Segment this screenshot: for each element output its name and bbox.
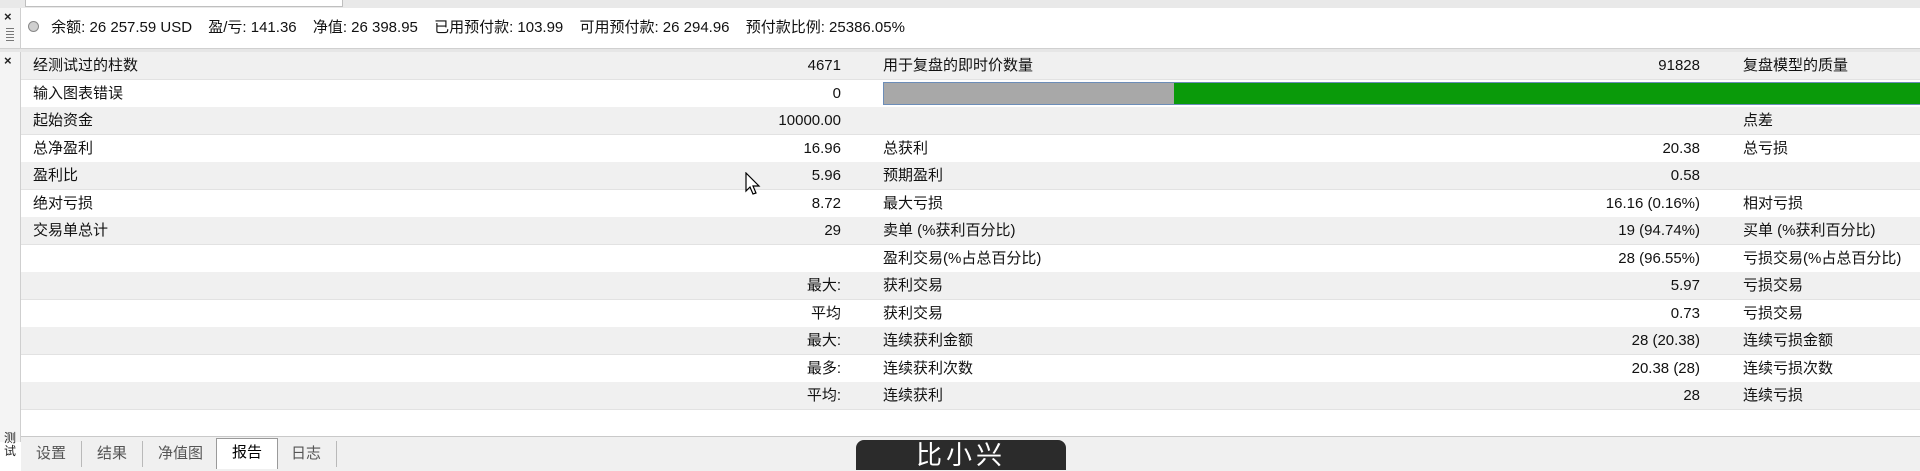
table-cell: 点差 [1743,112,1774,129]
table-cell: 最大: [806,277,841,294]
table-cell: 16.96 [803,139,841,157]
table-cell: 连续亏损 [1743,387,1804,404]
account-margin-level: 预付款比例: 25386.05% [745,19,905,36]
table-cell: 连续获利次数 [883,359,974,377]
quality-bar-green-segment [1174,82,1920,104]
table-cell: 最大: [806,332,841,349]
table-cell: 盈利交易(%占总百分比) [883,249,1042,267]
tab-graph[interactable]: 净值图 [143,441,220,467]
table-cell: 最多: [806,359,841,377]
table-cell: 用于复盘的即时价数量 [883,57,1034,74]
table-cell: 获利交易 [883,277,944,294]
table-cell: 连续亏损金额 [1743,332,1834,349]
table-row: 平均 获利交易 0.73 亏损交易 [21,300,1920,328]
table-cell: 总亏损 [1743,139,1789,157]
upper-window-tab-stub [25,0,343,7]
table-cell: 交易单总计 [33,222,109,239]
table-row: 起始资金 10000.00 点差 [21,107,1920,135]
table-cell: 卖单 (%获利百分比) [883,222,1016,239]
table-cell: 28 (96.55%) [1618,249,1700,267]
table-cell: 28 [1683,387,1700,404]
table-cell: 获利交易 [883,304,944,322]
table-cell: 盈利比 [33,167,79,184]
tab-report[interactable]: 报告 [216,438,279,469]
table-cell: 平均: [806,387,841,404]
table-cell: 10000.00 [778,112,841,129]
table-cell: 29 [824,222,841,239]
account-bar: 余额: 26 257.59 USD 盈/亏: 141.36 净值: 26 398… [0,8,1920,49]
table-cell: 连续亏损次数 [1743,359,1834,377]
report-table: 经测试过的柱数 4671 用于复盘的即时价数量 91828 复盘模型的质量输入图表错误 0… [21,52,1920,442]
status-dot-icon [28,21,39,32]
table-cell: 19 (94.74%) [1618,222,1700,239]
table-cell: 输入图表错误 [33,84,124,102]
table-row: 总净盈利 16.96 总获利 20.38 总亏损 [21,135,1920,163]
table-cell: 5.97 [1670,277,1700,294]
table-cell: 5.96 [811,167,841,184]
table-row: 经测试过的柱数 4671 用于复盘的即时价数量 91828 复盘模型的质量 [21,52,1920,80]
table-cell: 平均 [810,304,841,322]
table-row: 最大: 获利交易 5.97 亏损交易 [21,272,1920,300]
table-cell: 总净盈利 [33,139,94,157]
grip-handle-icon[interactable] [6,28,14,42]
account-summary: 余额: 26 257.59 USD 盈/亏: 141.36 净值: 26 398… [28,8,917,48]
table-cell: 0.58 [1670,167,1700,184]
table-row: 输入图表错误 0 [21,80,1920,108]
table-cell: 亏损交易(%占总百分比) [1743,249,1902,267]
account-free-margin: 可用预付款: 26 294.96 [579,19,730,36]
table-row: 最多: 连续获利次数 20.38 (28) 连续亏损次数 [21,355,1920,383]
account-profit: 盈/亏: 141.36 [208,19,297,36]
top-strip [0,0,1920,8]
table-cell: 亏损交易 [1743,277,1804,294]
toolbox-gutter: × [0,8,21,48]
table-cell: 买单 (%获利百分比) [1743,222,1876,239]
account-balance: 余额: 26 257.59 USD [51,19,193,36]
video-caption-overlay: 比小兴 [856,440,1066,470]
table-cell: 预期盈利 [883,167,944,184]
table-cell: 连续获利 [883,387,944,404]
table-cell: 复盘模型的质量 [1743,57,1849,74]
table-row: 平均: 连续获利 28 连续亏损 [21,382,1920,410]
table-row: 交易单总计 29 卖单 (%获利百分比) 19 (94.74%) 买单 (%获利百分比) [21,217,1920,245]
tester-side-label: 测试 [3,431,16,458]
modelling-quality-bar [883,81,1920,105]
table-cell: 0.73 [1670,304,1700,322]
table-cell [621,245,841,272]
table-cell: 最大亏损 [883,194,944,212]
table-cell: 绝对亏损 [33,194,94,212]
table-cell: 20.38 (28) [1631,359,1700,377]
table-row: 盈利比 5.96 预期盈利 0.58 [21,162,1920,190]
table-cell: 经测试过的柱数 [33,57,139,74]
table-cell: 28 (20.38) [1631,332,1700,349]
table-cell [1321,107,1700,134]
tab-results[interactable]: 结果 [82,441,144,467]
tab-journal[interactable]: 日志 [276,441,338,467]
close-icon[interactable]: × [4,10,12,23]
table-cell: 8.72 [811,194,841,212]
table-cell: 91828 [1658,57,1700,74]
account-margin: 已用预付款: 103.99 [434,19,564,36]
table-cell: 4671 [807,57,841,74]
table-cell: 20.38 [1662,139,1700,157]
tester-gutter: × [0,52,21,442]
table-row: 盈利交易(%占总百分比) 28 (96.55%) 亏损交易(%占总百分比) [21,245,1920,273]
table-cell: 16.16 (0.16%) [1605,194,1700,212]
tab-settings[interactable]: 设置 [21,441,83,467]
table-cell: 相对亏损 [1743,194,1804,212]
mouse-cursor-icon [745,172,761,195]
table-cell: 亏损交易 [1743,304,1804,322]
account-equity: 净值: 26 398.95 [312,19,418,36]
table-row: 绝对亏损 8.72 最大亏损 16.16 (0.16%) 相对亏损 [21,190,1920,218]
table-row: 最大: 连续获利金额 28 (20.38) 连续亏损金额 [21,327,1920,355]
table-cell: 起始资金 [33,112,94,129]
quality-bar-gray-segment [884,82,1175,104]
table-cell: 总获利 [883,139,929,157]
close-icon[interactable]: × [4,54,12,67]
table-cell: 0 [832,84,841,102]
table-cell: 连续获利金额 [883,332,974,349]
